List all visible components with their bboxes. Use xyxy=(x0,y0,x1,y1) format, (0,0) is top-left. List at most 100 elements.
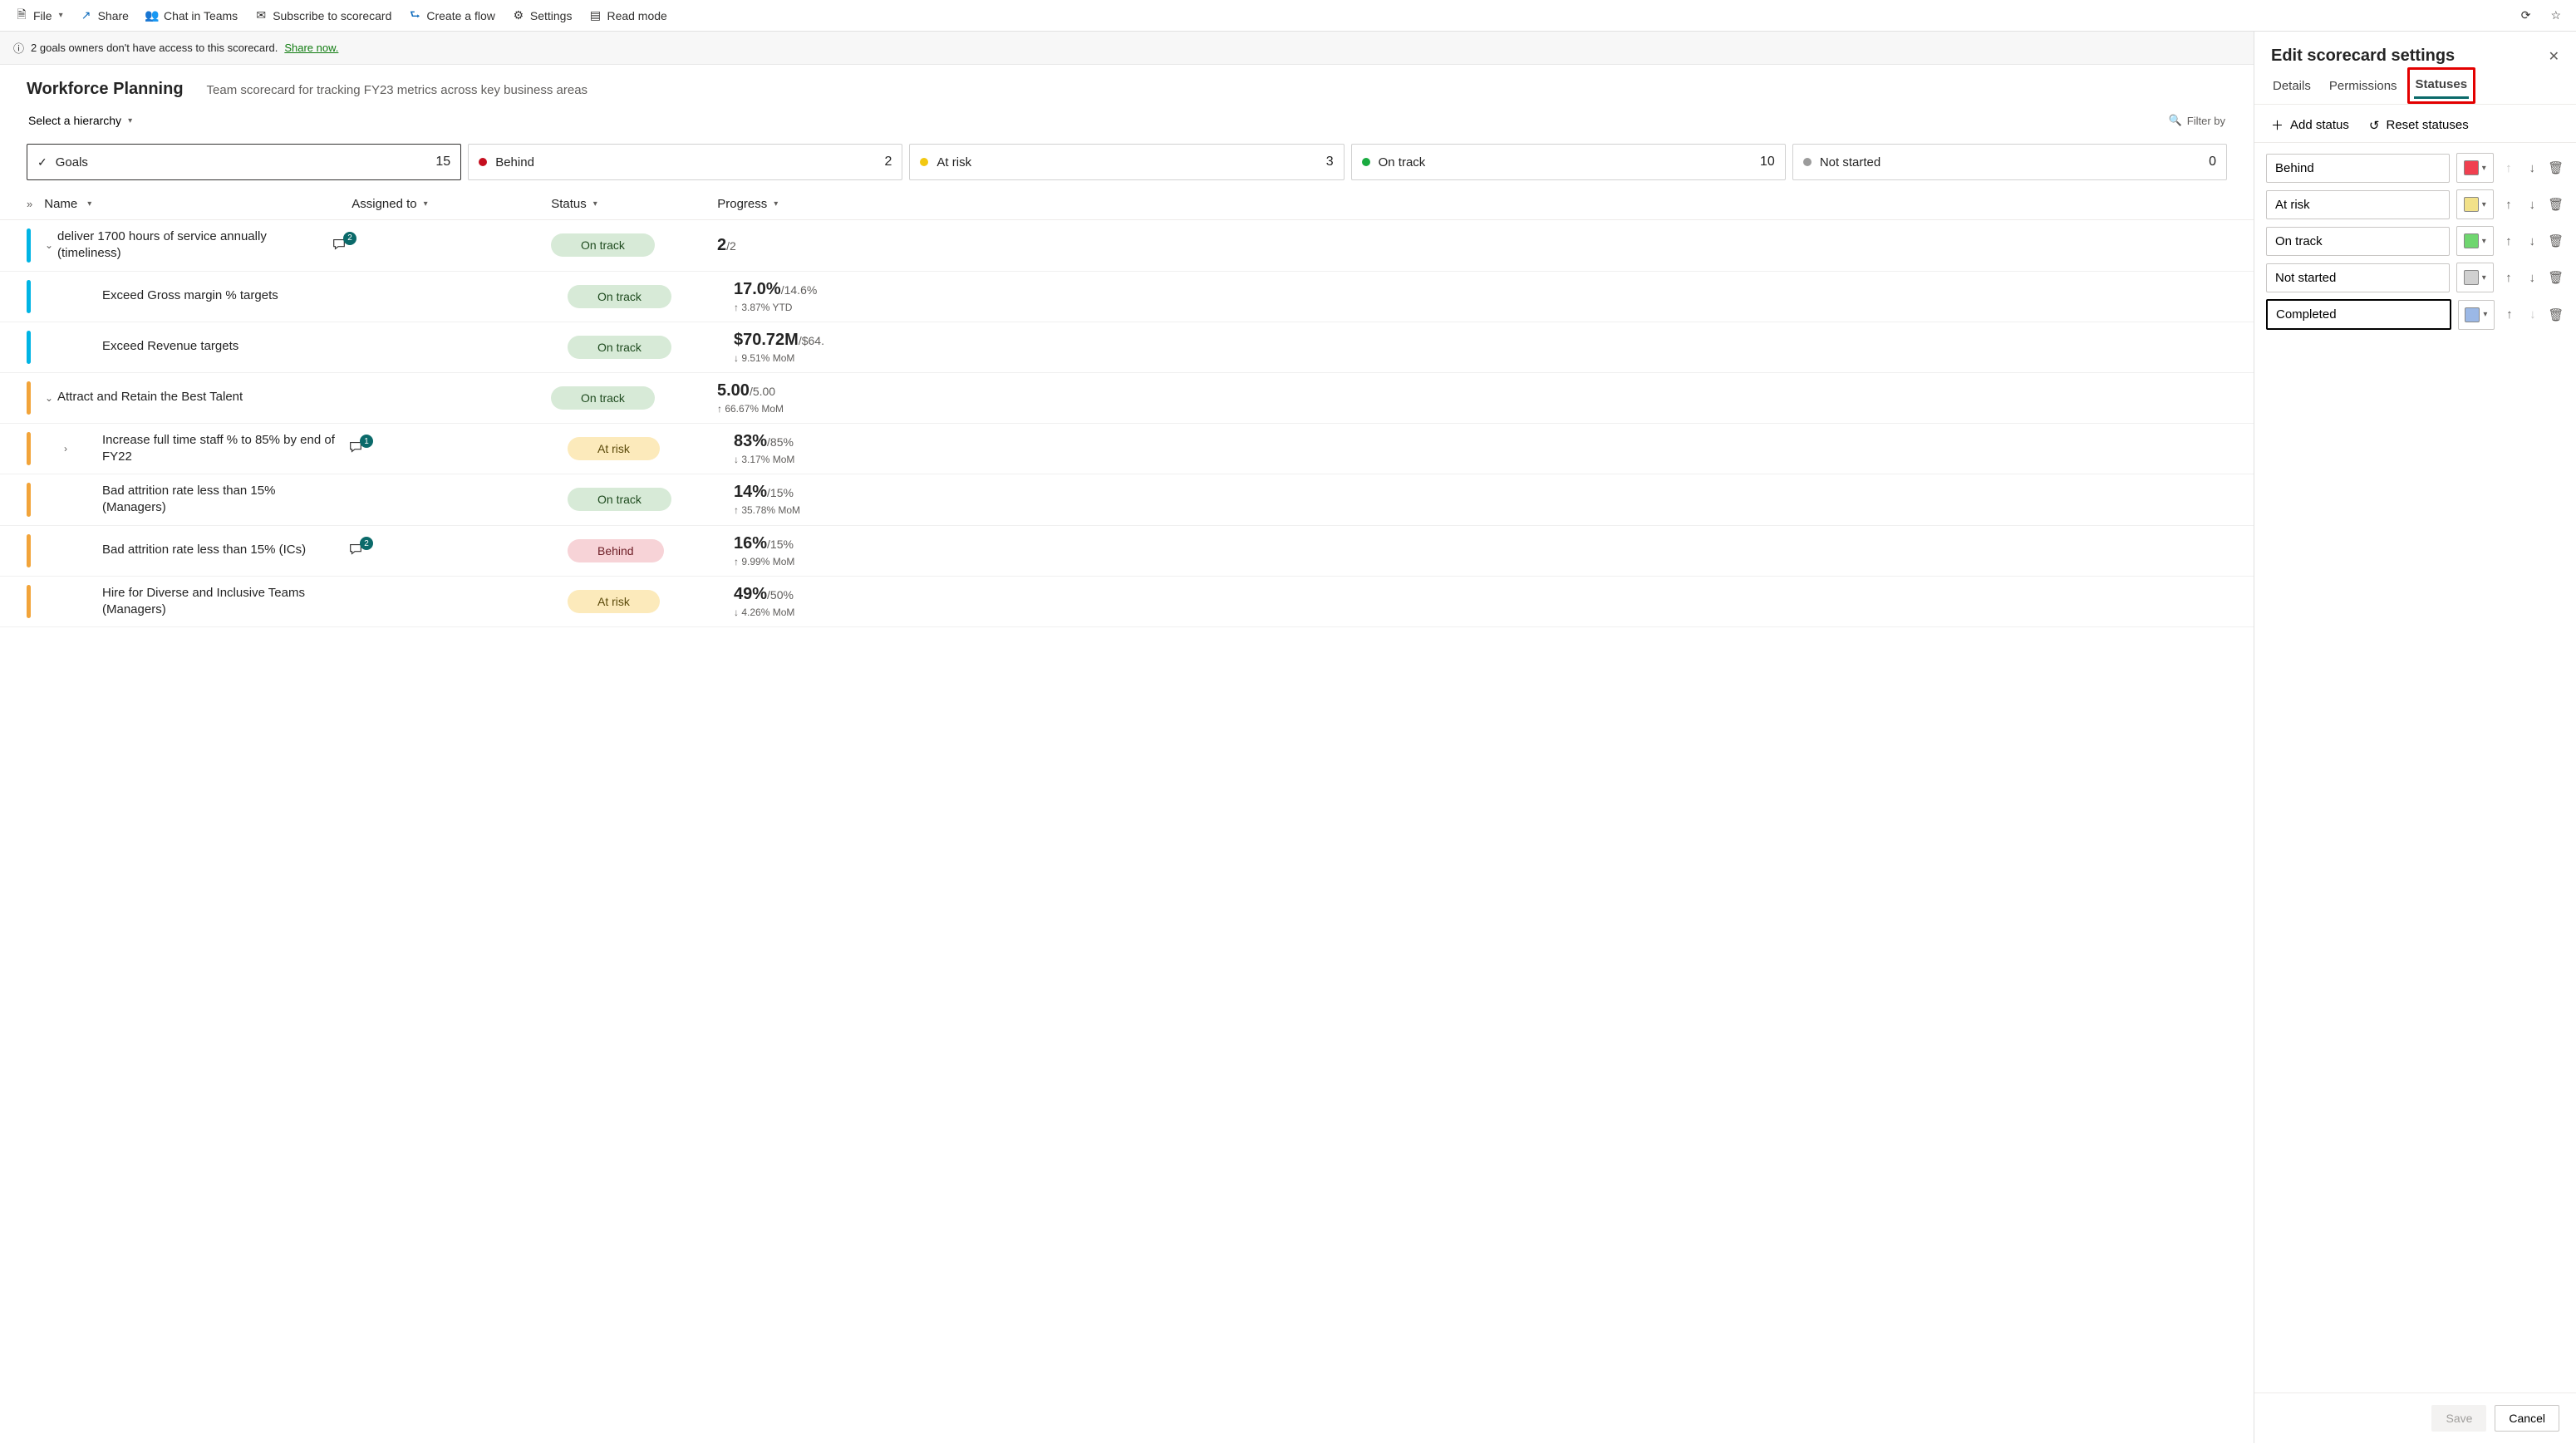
readmode-button[interactable]: ▤ Read mode xyxy=(582,6,673,26)
banner-text: 2 goals owners don't have access to this… xyxy=(31,42,278,54)
goal-row[interactable]: Exceed Revenue targetsOn track$70.72M/$6… xyxy=(0,322,2254,373)
status-name-input[interactable] xyxy=(2266,154,2450,183)
move-down-button[interactable]: ↓ xyxy=(2524,271,2540,285)
color-bar xyxy=(27,483,31,517)
settings-label: Settings xyxy=(530,9,573,22)
readmode-icon: ▤ xyxy=(588,9,602,22)
goal-row[interactable]: Bad attrition rate less than 15% (ICs)2B… xyxy=(0,526,2254,577)
status-color-picker[interactable]: ▾ xyxy=(2456,226,2494,256)
move-down-button[interactable]: ↓ xyxy=(2524,234,2540,248)
goal-row[interactable]: Exceed Gross margin % targetsOn track17.… xyxy=(0,272,2254,322)
chat-label: Chat in Teams xyxy=(164,9,238,22)
color-swatch xyxy=(2464,270,2479,285)
status-pill[interactable]: On track xyxy=(568,285,671,308)
filter-keyword-box[interactable]: 🔍 Filter by xyxy=(2169,114,2227,127)
status-name-input[interactable] xyxy=(2266,227,2450,256)
status-card-label: On track xyxy=(1379,155,1426,169)
tab-permissions[interactable]: Permissions xyxy=(2328,72,2399,99)
status-color-picker[interactable]: ▾ xyxy=(2458,300,2495,330)
status-card-not-started[interactable]: Not started0 xyxy=(1792,144,2227,180)
status-color-picker[interactable]: ▾ xyxy=(2456,189,2494,219)
col-assigned-label[interactable]: Assigned to xyxy=(351,197,416,211)
cancel-button[interactable]: Cancel xyxy=(2495,1405,2559,1432)
status-pill[interactable]: Behind xyxy=(568,539,664,562)
move-down-button[interactable]: ↓ xyxy=(2524,198,2540,212)
add-status-button[interactable]: ＋ Add status xyxy=(2271,116,2349,134)
status-name-input[interactable] xyxy=(2266,190,2450,219)
goal-row[interactable]: ⌄deliver 1700 hours of service annually … xyxy=(0,220,2254,272)
save-button[interactable]: Save xyxy=(2431,1405,2486,1432)
plus-icon: ＋ xyxy=(2271,116,2283,134)
col-progress-label[interactable]: Progress xyxy=(717,197,767,211)
status-card-count: 0 xyxy=(2209,155,2216,169)
delete-status-button[interactable]: 🗑 xyxy=(2548,197,2564,212)
delete-status-button[interactable]: 🗑 xyxy=(2548,160,2564,175)
status-pill[interactable]: On track xyxy=(551,386,655,410)
status-color-picker[interactable]: ▾ xyxy=(2456,153,2494,183)
subscribe-button[interactable]: ✉ Subscribe to scorecard xyxy=(248,6,398,26)
progress-cell: $70.72M/$64.↓ 9.51% MoM xyxy=(734,331,2227,364)
share-button[interactable]: ↗ Share xyxy=(73,6,135,26)
top-toolbar: 🗎 File ▾ ↗ Share 👥 Chat in Teams ✉ Subsc… xyxy=(0,0,2576,32)
goal-row[interactable]: ⌄Attract and Retain the Best TalentOn tr… xyxy=(0,373,2254,424)
status-pill[interactable]: On track xyxy=(568,336,671,359)
status-pill[interactable]: At risk xyxy=(568,590,660,613)
share-now-link[interactable]: Share now. xyxy=(284,42,338,54)
file-label: File xyxy=(33,9,52,22)
expand-toggle[interactable]: ⌄ xyxy=(41,239,57,251)
create-flow-button[interactable]: ⮑ Create a flow xyxy=(401,6,501,26)
comments-button[interactable]: 2 xyxy=(332,237,351,254)
status-card-label: Goals xyxy=(56,155,88,169)
status-card-behind[interactable]: Behind2 xyxy=(468,144,902,180)
refresh-button[interactable]: ⟳ xyxy=(2515,5,2538,26)
reset-statuses-button[interactable]: ↺ Reset statuses xyxy=(2369,116,2469,134)
collapse-all-icon[interactable]: » xyxy=(27,198,32,210)
expand-toggle[interactable]: ⌄ xyxy=(41,392,57,404)
col-status-label[interactable]: Status xyxy=(551,197,587,211)
col-name-label[interactable]: Name xyxy=(44,197,77,211)
gear-icon: ⚙ xyxy=(512,9,525,22)
status-card-at-risk[interactable]: At risk3 xyxy=(909,144,1344,180)
goal-row[interactable]: ›Increase full time staff % to 85% by en… xyxy=(0,424,2254,475)
status-card-on-track[interactable]: On track10 xyxy=(1351,144,1786,180)
favorite-button[interactable]: ☆ xyxy=(2544,5,2568,26)
status-name-input[interactable] xyxy=(2266,299,2451,330)
close-panel-button[interactable]: ✕ xyxy=(2549,48,2559,65)
color-bar xyxy=(27,381,31,415)
status-pill[interactable]: On track xyxy=(551,233,655,257)
status-card-goals[interactable]: ✓Goals15 xyxy=(27,144,461,180)
delete-status-button[interactable]: 🗑 xyxy=(2548,270,2564,285)
goal-name: Bad attrition rate less than 15% (Manage… xyxy=(102,483,348,517)
color-bar xyxy=(27,331,31,364)
status-pill[interactable]: At risk xyxy=(568,437,660,460)
flow-icon: ⮑ xyxy=(408,9,421,22)
delete-status-button[interactable]: 🗑 xyxy=(2548,233,2564,248)
move-down-button[interactable]: ↓ xyxy=(2524,161,2540,175)
status-dot xyxy=(479,158,487,166)
tab-statuses[interactable]: Statuses xyxy=(2414,72,2470,99)
add-status-label: Add status xyxy=(2290,118,2349,132)
status-definition-row: ▾↑↓🗑 xyxy=(2266,153,2564,183)
page-subtitle: Team scorecard for tracking FY23 metrics… xyxy=(207,83,588,97)
delete-status-button[interactable]: 🗑 xyxy=(2548,307,2564,322)
status-color-picker[interactable]: ▾ xyxy=(2456,263,2494,292)
tab-details[interactable]: Details xyxy=(2271,72,2313,99)
comments-button[interactable]: 2 xyxy=(348,542,368,559)
move-up-button[interactable]: ↑ xyxy=(2500,198,2517,212)
goal-row[interactable]: Hire for Diverse and Inclusive Teams (Ma… xyxy=(0,577,2254,628)
settings-button[interactable]: ⚙ Settings xyxy=(505,6,579,26)
expand-toggle[interactable]: › xyxy=(57,443,74,454)
goal-row[interactable]: Bad attrition rate less than 15% (Manage… xyxy=(0,474,2254,526)
status-pill[interactable]: On track xyxy=(568,488,671,511)
status-name-input[interactable] xyxy=(2266,263,2450,292)
comments-button[interactable]: 1 xyxy=(348,440,368,457)
chat-teams-button[interactable]: 👥 Chat in Teams xyxy=(139,6,244,26)
status-dot xyxy=(920,158,928,166)
file-icon: 🗎 xyxy=(15,9,28,22)
file-menu[interactable]: 🗎 File ▾ xyxy=(8,6,70,26)
progress-cell: 83%/85%↓ 3.17% MoM xyxy=(734,432,2227,465)
move-up-button[interactable]: ↑ xyxy=(2500,234,2517,248)
move-up-button[interactable]: ↑ xyxy=(2500,271,2517,285)
select-hierarchy-dropdown[interactable]: Select a hierarchy ▾ xyxy=(27,111,134,130)
move-up-button[interactable]: ↑ xyxy=(2501,307,2518,322)
